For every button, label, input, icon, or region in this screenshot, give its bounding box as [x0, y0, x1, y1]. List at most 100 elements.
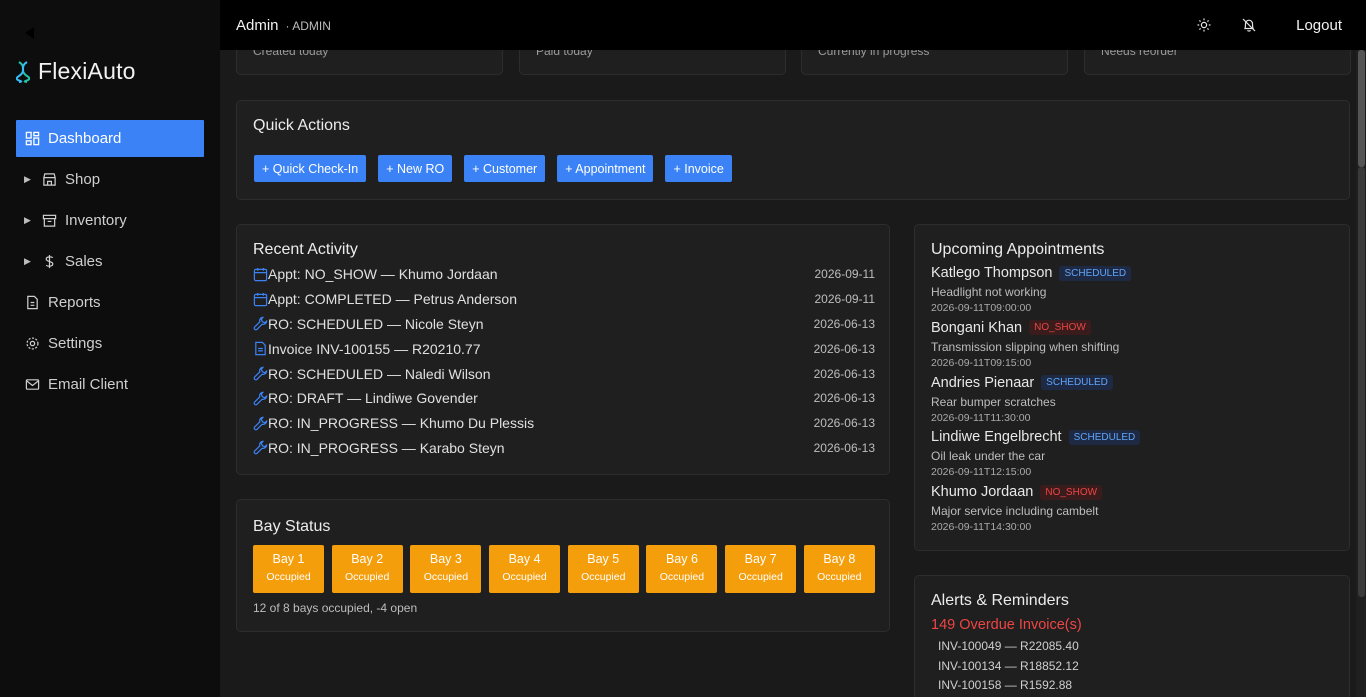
quick-actions-buttons: + Quick Check-In + New RO + Customer + A… — [254, 155, 744, 182]
sidebar-item-dashboard[interactable]: Dashboard — [16, 120, 204, 157]
mail-icon — [24, 377, 40, 393]
bay-name: Bay 2 — [351, 552, 384, 566]
bell-off-icon[interactable] — [1241, 17, 1257, 33]
sidebar-item-label: Inventory — [65, 212, 127, 229]
activity-row[interactable]: Invoice INV-100155 — R20210.77 2026-06-13 — [253, 336, 875, 361]
user-name: Admin — [236, 16, 279, 34]
sidebar-item-label: Shop — [65, 171, 101, 188]
bay-tile[interactable]: Bay 8 Occupied — [803, 545, 875, 593]
status-badge: SCHEDULED — [1041, 375, 1113, 391]
bay-tile[interactable]: Bay 3 Occupied — [410, 545, 482, 593]
wrench-icon — [253, 366, 268, 381]
alerts-title: Alerts & Reminders — [931, 592, 1069, 609]
sidebar-item-settings[interactable]: Settings — [16, 325, 204, 362]
sidebar-item-reports[interactable]: Reports — [16, 284, 204, 321]
activity-row[interactable]: RO: DRAFT — Lindiwe Govender 2026-06-13 — [253, 386, 875, 411]
recent-activity-card: Recent Activity Appt: NO_SHOW — Khumo Jo… — [236, 224, 890, 475]
overdue-invoices-link[interactable]: 149 Overdue Invoice(s) — [931, 617, 1082, 633]
wrench-icon — [253, 440, 268, 455]
bay-tile[interactable]: Bay 6 Occupied — [646, 545, 718, 593]
top-bar: Admin · ADMIN Logout — [220, 0, 1366, 50]
quick-check-in-button[interactable]: + Quick Check-In — [254, 155, 367, 182]
appointment-customer: Lindiwe Engelbrecht — [931, 429, 1062, 446]
stat-sub: Currently in progress — [818, 50, 930, 58]
activity-date: 2026-09-11 — [814, 292, 876, 307]
stat-card: Currently in progress — [801, 50, 1068, 75]
bay-state: Occupied — [345, 571, 390, 583]
appointment-item[interactable]: Bongani Khan NO_SHOW Transmission slipping… — [931, 320, 1331, 375]
dashboard-content: Created today Paid today Currently in pr… — [220, 50, 1356, 697]
sidebar-item-email-client[interactable]: Email Client — [16, 366, 204, 403]
appointment-time: 2026-09-11T12:15:00 — [931, 466, 1032, 479]
wrench-icon — [253, 416, 268, 431]
sidebar: FlexiAuto Dashboard ▶ Shop ▶ Inventory ▶… — [0, 0, 220, 697]
sidebar-item-inventory[interactable]: ▶ Inventory — [16, 202, 204, 239]
caret-right-icon: ▶ — [24, 174, 31, 184]
bay-name: Bay 8 — [823, 552, 856, 566]
new-ro-button[interactable]: + New RO — [378, 155, 453, 182]
status-badge: SCHEDULED — [1059, 265, 1132, 281]
sidebar-nav: Dashboard ▶ Shop ▶ Inventory ▶ Sales Rep… — [16, 120, 204, 407]
store-icon — [41, 172, 57, 188]
overdue-invoice-item[interactable]: INV-100134 — R18852.12 — [938, 659, 1079, 673]
scrollbar-thumb[interactable] — [1358, 167, 1365, 597]
appointment-item[interactable]: Khumo Jordaan NO_SHOW Major service includ… — [931, 484, 1331, 539]
appointment-list: Katlego Thompson SCHEDULED Headlight not w… — [931, 265, 1331, 539]
bay-name: Bay 1 — [272, 552, 305, 566]
status-badge: NO_SHOW — [1040, 484, 1103, 500]
activity-text: RO: IN_PROGRESS — Khumo Du Plessis — [268, 415, 535, 432]
activity-row[interactable]: RO: IN_PROGRESS — Karabo Steyn 2026-06-13 — [253, 436, 875, 461]
appointment-description: Headlight not working — [931, 285, 1047, 299]
bay-tile[interactable]: Bay 7 Occupied — [725, 545, 797, 593]
bay-grid: Bay 1 Occupied Bay 2 Occupied Bay 3 Occupied B… — [253, 545, 883, 593]
new-appointment-button[interactable]: + Appointment — [557, 155, 654, 182]
sidebar-item-shop[interactable]: ▶ Shop — [16, 161, 204, 198]
overdue-invoice-item[interactable]: INV-100158 — R1592.88 — [938, 678, 1072, 692]
topbar-actions: Logout — [1196, 0, 1342, 50]
quick-actions-title: Quick Actions — [253, 117, 350, 134]
status-badge: SCHEDULED — [1068, 429, 1141, 445]
activity-date: 2026-06-13 — [813, 416, 875, 431]
activity-text: RO: SCHEDULED — Naledi Wilson — [268, 365, 491, 382]
stat-sub: Created today — [253, 50, 329, 58]
activity-row[interactable]: RO: SCHEDULED — Naledi Wilson 2026-06-13 — [253, 361, 875, 386]
appointment-time: 2026-09-11T11:30:00 — [931, 411, 1031, 424]
scrollbar-track-top — [1358, 50, 1365, 167]
activity-row[interactable]: RO: SCHEDULED — Nicole Steyn 2026-06-13 — [253, 312, 875, 337]
appointment-item[interactable]: Katlego Thompson SCHEDULED Headlight not w… — [931, 265, 1331, 320]
scrollbar[interactable] — [1356, 50, 1366, 697]
sidebar-item-label: Reports — [48, 294, 101, 311]
bay-tile[interactable]: Bay 4 Occupied — [489, 545, 561, 593]
activity-row[interactable]: RO: IN_PROGRESS — Khumo Du Plessis 2026-0… — [253, 411, 875, 436]
bay-name: Bay 7 — [744, 552, 777, 566]
bay-tile[interactable]: Bay 2 Occupied — [331, 545, 403, 593]
activity-row[interactable]: Appt: NO_SHOW — Khumo Jordaan 2026-09-11 — [253, 262, 875, 287]
activity-list: Appt: NO_SHOW — Khumo Jordaan 2026-09-11 A… — [253, 262, 875, 460]
alerts-card: Alerts & Reminders 149 Overdue Invoice(s… — [914, 575, 1350, 697]
activity-text: RO: DRAFT — Lindiwe Govender — [268, 390, 478, 407]
appointment-item[interactable]: Lindiwe Engelbrecht SCHEDULED Oil leak und… — [931, 429, 1331, 484]
logout-button[interactable]: Logout — [1296, 17, 1342, 34]
user-role: · ADMIN — [285, 19, 331, 33]
bay-status-title: Bay Status — [253, 518, 331, 535]
dashboard-icon — [24, 131, 40, 147]
brand[interactable]: FlexiAuto — [16, 58, 136, 85]
bay-tile[interactable]: Bay 1 Occupied — [253, 545, 324, 593]
appointment-item[interactable]: Andries Pienaar SCHEDULED Rear bumper scra… — [931, 375, 1331, 430]
activity-row[interactable]: Appt: COMPLETED — Petrus Anderson 2026-09… — [253, 287, 875, 312]
stat-card: Paid today — [519, 50, 786, 75]
sidebar-item-sales[interactable]: ▶ Sales — [16, 243, 204, 280]
collapse-sidebar-icon[interactable] — [22, 25, 36, 41]
new-customer-button[interactable]: + Customer — [464, 155, 546, 182]
recent-activity-title: Recent Activity — [253, 241, 358, 258]
bay-state: Occupied — [581, 571, 626, 583]
new-invoice-button[interactable]: + Invoice — [665, 155, 732, 182]
bay-tile[interactable]: Bay 5 Occupied — [567, 545, 639, 593]
upcoming-appointments-title: Upcoming Appointments — [931, 241, 1105, 258]
overdue-invoice-item[interactable]: INV-100049 — R22085.40 — [938, 639, 1079, 653]
sun-icon[interactable] — [1196, 17, 1212, 33]
activity-date: 2026-09-11 — [814, 267, 876, 282]
bay-state: Occupied — [738, 571, 783, 583]
activity-date: 2026-06-13 — [813, 366, 875, 381]
document-icon — [253, 341, 268, 356]
